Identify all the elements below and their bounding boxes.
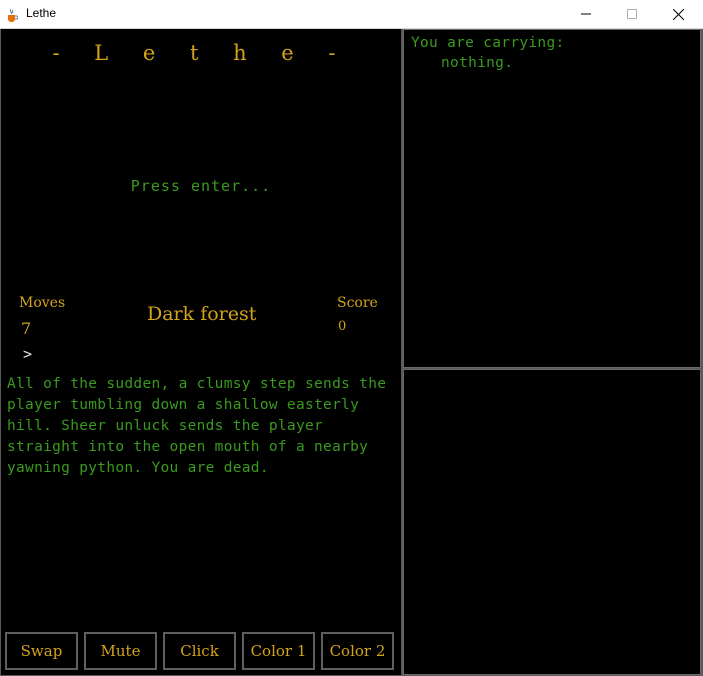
narrative-text: All of the sudden, a clumsy step sends t…	[7, 376, 387, 476]
maximize-icon	[627, 9, 637, 19]
window-client: - L e t h e - Press enter... Moves 7 Dar…	[1, 29, 702, 675]
java-cup-icon	[6, 7, 19, 22]
window-titlebar: Lethe	[0, 0, 703, 29]
score-label: Score	[337, 295, 378, 311]
maximize-button[interactable]	[609, 0, 655, 28]
inventory-panel: You are carrying: nothing.	[403, 29, 701, 368]
game-panel: - L e t h e - Press enter... Moves 7 Dar…	[1, 29, 401, 675]
mute-button[interactable]: Mute	[84, 632, 157, 670]
minimize-icon	[581, 13, 591, 15]
close-icon	[672, 8, 684, 20]
score-value: 0	[338, 319, 347, 334]
window-title: Lethe	[26, 6, 57, 20]
color-1-button[interactable]: Color 1	[242, 632, 315, 670]
click-button[interactable]: Click	[163, 632, 236, 670]
color-2-button[interactable]: Color 2	[321, 632, 394, 670]
swap-button[interactable]: Swap	[5, 632, 78, 670]
close-button[interactable]	[655, 0, 701, 28]
moves-label: Moves	[19, 295, 66, 311]
press-enter-prompt: Press enter...	[130, 177, 272, 195]
inventory-item: nothing.	[441, 55, 514, 71]
moves-value: 7	[21, 319, 32, 338]
command-input-caret[interactable]: >	[23, 345, 32, 363]
inventory-heading: You are carrying:	[411, 35, 565, 51]
secondary-panel	[403, 369, 701, 675]
location-name: Dark forest	[147, 303, 257, 325]
game-title: - L e t h e -	[52, 41, 350, 65]
minimize-button[interactable]	[563, 0, 609, 28]
